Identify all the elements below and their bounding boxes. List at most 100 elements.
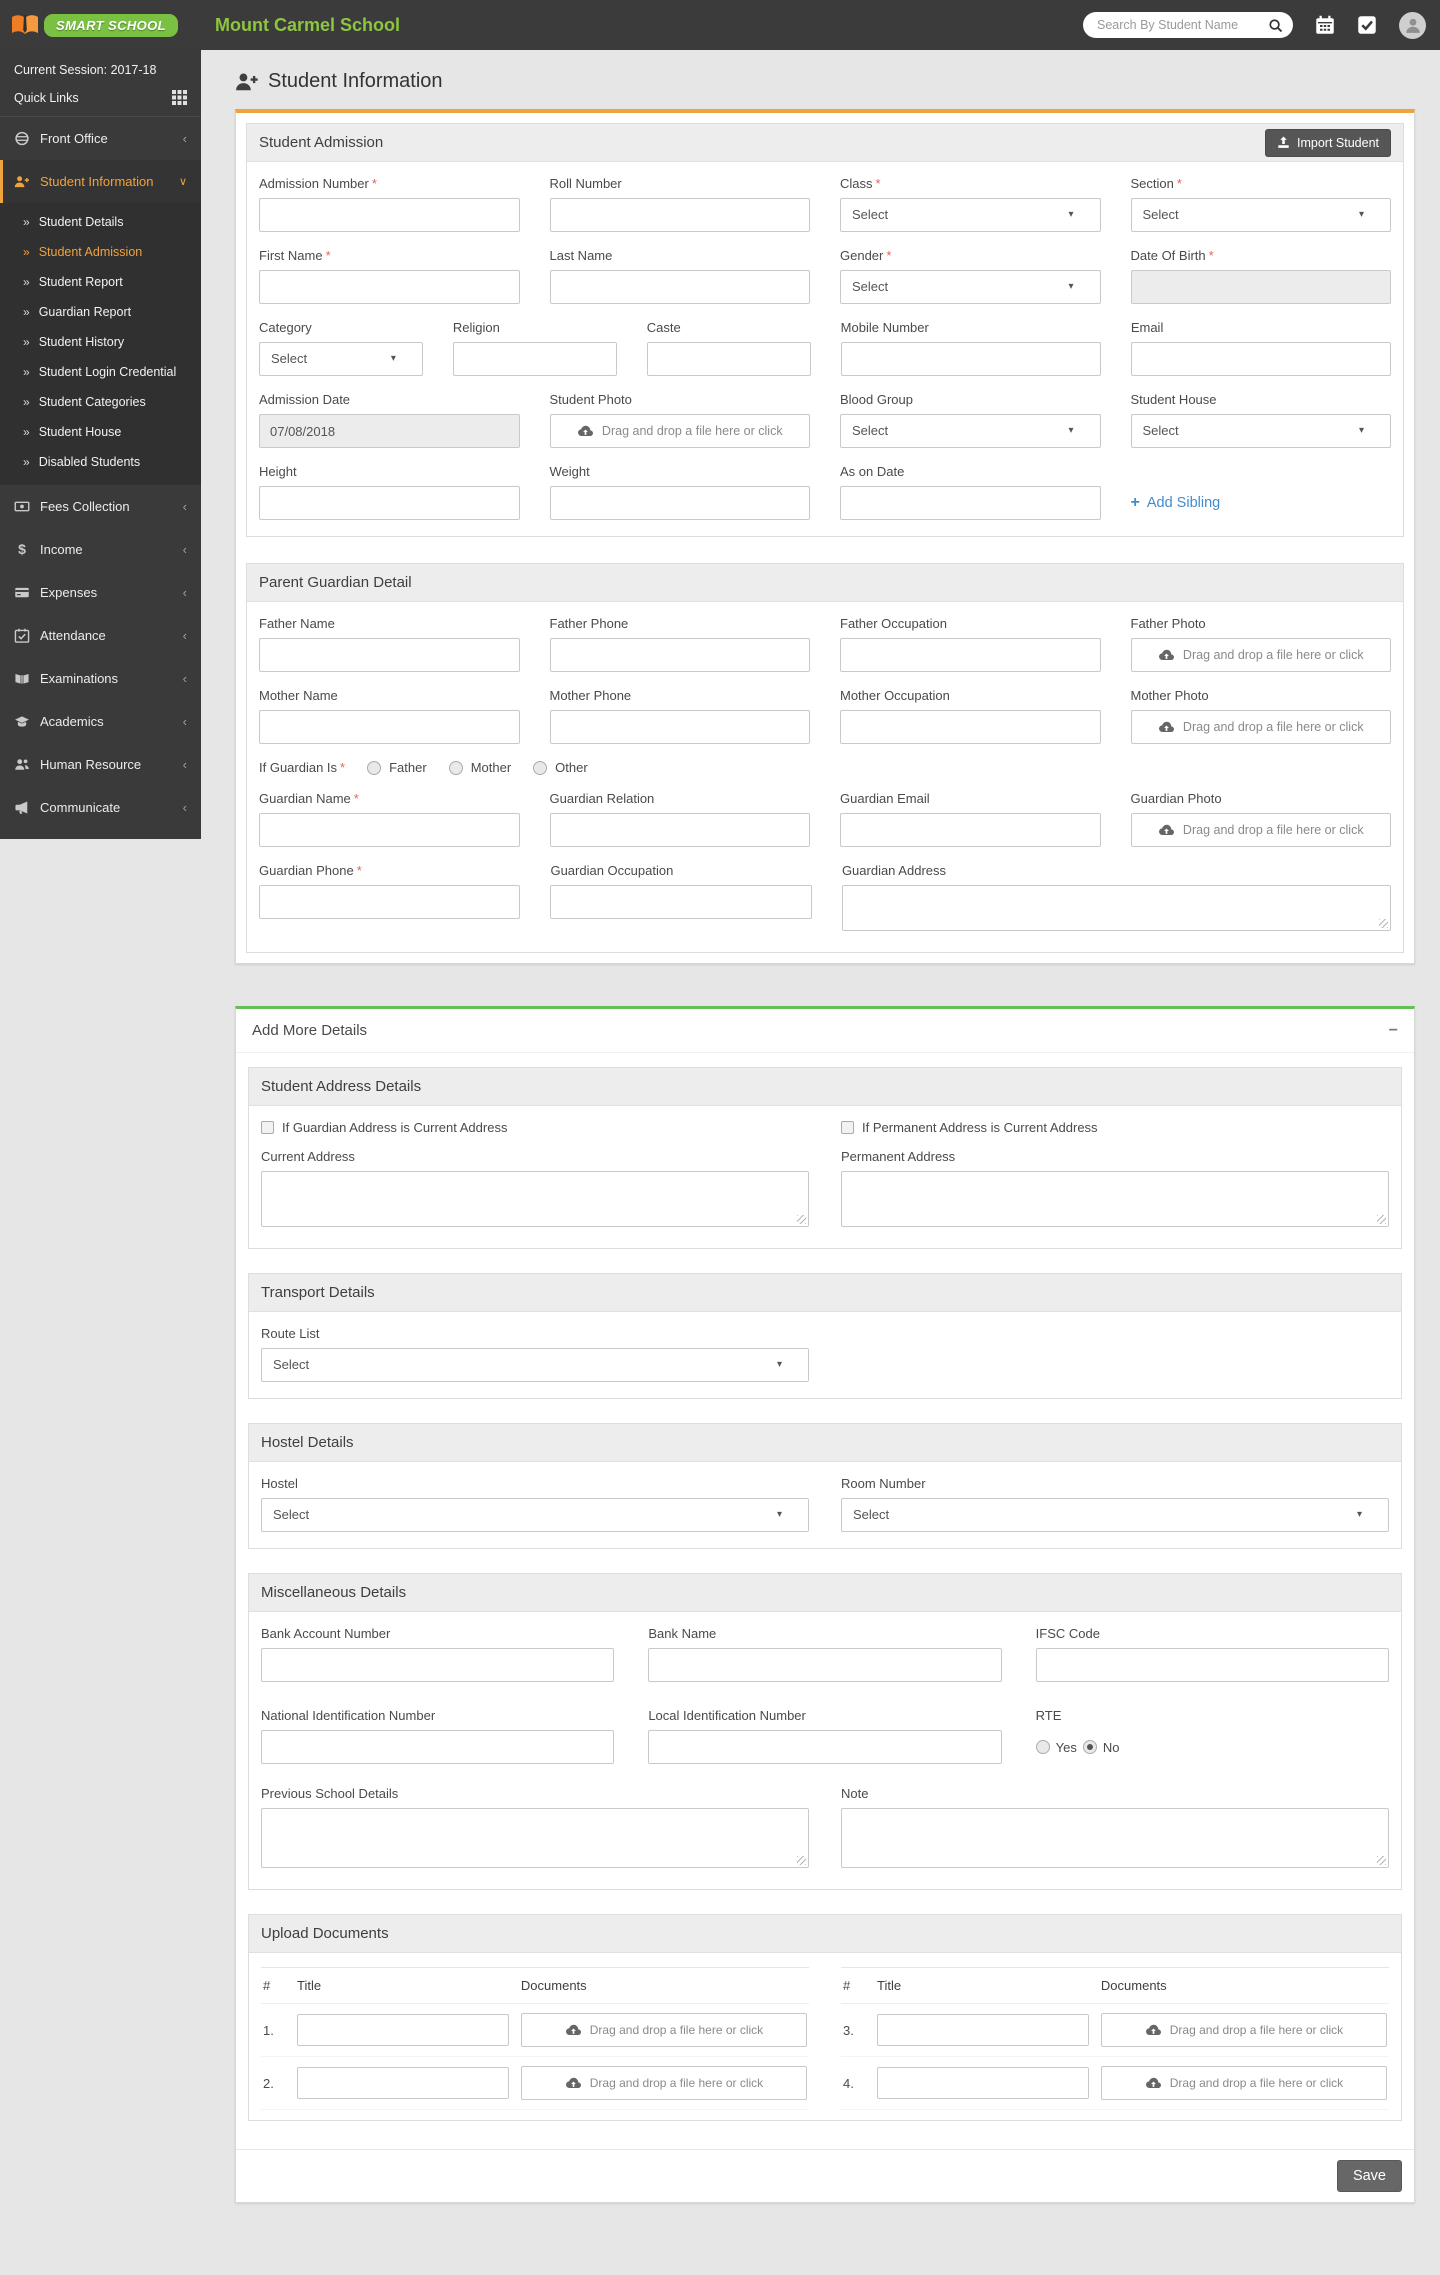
document-dropzone-2[interactable]: Drag and drop a file here or click [520, 2066, 807, 2100]
user-avatar[interactable] [1399, 11, 1426, 39]
document-dropzone-1[interactable]: Drag and drop a file here or click [520, 2013, 807, 2047]
task-check-icon[interactable] [1357, 15, 1377, 35]
collapse-icon[interactable]: − [1389, 1022, 1398, 1038]
admission-number-input[interactable] [259, 198, 520, 232]
guardian-email-input[interactable] [840, 813, 1101, 847]
height-input[interactable] [259, 486, 520, 520]
national-id-input[interactable] [261, 1730, 615, 1764]
category-select[interactable]: Select ▾ [259, 342, 423, 376]
sidebar-subitem-student-login-credential[interactable]: » Student Login Credential [0, 357, 201, 387]
dob-input[interactable] [1130, 270, 1391, 304]
rte-yes-radio[interactable] [1035, 1740, 1050, 1754]
room-number-select[interactable]: Select ▾ [841, 1498, 1389, 1532]
gender-select[interactable]: Select ▾ [840, 270, 1101, 304]
import-student-button[interactable]: Import Student [1265, 128, 1391, 157]
ifsc-code-input[interactable] [1035, 1648, 1389, 1682]
mother-photo-dropzone[interactable]: Drag and drop a file here or click [1130, 710, 1391, 744]
guardian-other-radio[interactable] [533, 760, 548, 775]
search-input[interactable] [1097, 18, 1268, 32]
search-icon[interactable] [1268, 18, 1283, 33]
mobile-number-input[interactable] [840, 342, 1101, 376]
guardian-phone-input[interactable] [259, 885, 521, 919]
section-select[interactable]: Select ▾ [1130, 198, 1391, 232]
guardian-address-textarea[interactable] [841, 885, 1392, 931]
sidebar-subitem-student-details[interactable]: » Student Details [0, 207, 201, 237]
document-title-input-4[interactable] [877, 2067, 1089, 2099]
sidebar-item-human-resource[interactable]: Human Resource ‹ [0, 743, 201, 786]
save-button[interactable]: Save [1336, 2160, 1402, 2192]
bank-name-input[interactable] [648, 1648, 1002, 1682]
document-title-input-1[interactable] [297, 2014, 509, 2046]
father-photo-dropzone[interactable]: Drag and drop a file here or click [1130, 638, 1391, 672]
local-id-input[interactable] [648, 1730, 1002, 1764]
guardian-mother-radio[interactable] [448, 760, 463, 775]
sidebar-item-income[interactable]: $ Income ‹ [0, 528, 201, 571]
email-input[interactable] [1130, 342, 1391, 376]
add-sibling-link[interactable]: + Add Sibling [1131, 486, 1221, 520]
guardian-relation-input[interactable] [549, 813, 810, 847]
father-name-input[interactable] [259, 638, 520, 672]
sidebar-item-fees-collection[interactable]: Fees Collection ‹ [0, 485, 201, 528]
note-textarea[interactable] [841, 1808, 1389, 1868]
calendar-icon[interactable] [1315, 15, 1335, 35]
mother-occupation-input[interactable] [840, 710, 1101, 744]
religion-input[interactable] [452, 342, 617, 376]
permanent-address-checkbox[interactable] [841, 1121, 854, 1134]
student-house-select[interactable]: Select ▾ [1130, 414, 1391, 448]
caste-input[interactable] [646, 342, 811, 376]
front-office-icon [15, 131, 29, 146]
sidebar-subitem-student-history[interactable]: » Student History [0, 327, 201, 357]
sidebar-item-communicate[interactable]: Communicate ‹ [0, 786, 201, 829]
grid-icon[interactable] [172, 90, 187, 105]
guardian-name-input[interactable] [259, 813, 520, 847]
father-occupation-input[interactable] [840, 638, 1101, 672]
sidebar-item-student-information[interactable]: Student Information ∨ [0, 160, 201, 203]
roll-number-input[interactable] [549, 198, 810, 232]
document-dropzone-4[interactable]: Drag and drop a file here or click [1100, 2066, 1387, 2100]
sidebar-item-academics[interactable]: Academics ‹ [0, 700, 201, 743]
student-photo-dropzone[interactable]: Drag and drop a file here or click [549, 414, 810, 448]
topbar: SMART SCHOOL Mount Carmel School [0, 0, 1440, 50]
document-title-input-3[interactable] [877, 2014, 1089, 2046]
sidebar-item-expenses[interactable]: Expenses ‹ [0, 571, 201, 614]
permanent-address-textarea[interactable] [841, 1171, 1389, 1227]
document-title-input-2[interactable] [297, 2067, 509, 2099]
sidebar-subitem-guardian-report[interactable]: » Guardian Report [0, 297, 201, 327]
hostel-details-section: Hostel Details Hostel Select ▾ Room Numbe… [248, 1423, 1402, 1549]
rte-no-radio[interactable] [1082, 1740, 1097, 1754]
room-number-label: Room Number [841, 1476, 926, 1491]
guardian-photo-dropzone[interactable]: Drag and drop a file here or click [1130, 813, 1391, 847]
sidebar-item-attendance[interactable]: Attendance ‹ [0, 614, 201, 657]
sidebar-subitem-student-categories[interactable]: » Student Categories [0, 387, 201, 417]
last-name-input[interactable] [549, 270, 810, 304]
admission-date-input[interactable] [259, 414, 520, 448]
admission-date-label: Admission Date [259, 392, 351, 407]
mother-name-input[interactable] [259, 710, 520, 744]
page-header: Student Information [235, 70, 1415, 93]
previous-school-textarea[interactable] [261, 1808, 809, 1868]
class-select[interactable]: Select ▾ [840, 198, 1101, 232]
sidebar-subitem-student-house[interactable]: » Student House [0, 417, 201, 447]
blood-group-select[interactable]: Select ▾ [840, 414, 1101, 448]
sidebar-subitem-student-report[interactable]: » Student Report [0, 267, 201, 297]
hostel-select[interactable]: Select ▾ [261, 1498, 809, 1532]
bank-account-input[interactable] [261, 1648, 615, 1682]
guardian-occupation-input[interactable] [550, 885, 812, 919]
sidebar-item-front-office[interactable]: Front Office ‹ [0, 117, 201, 160]
guardian-address-checkbox[interactable] [261, 1121, 274, 1134]
document-dropzone-3[interactable]: Drag and drop a file here or click [1100, 2013, 1387, 2047]
sidebar-item-examinations[interactable]: Examinations ‹ [0, 657, 201, 700]
as-on-date-input[interactable] [840, 486, 1101, 520]
if-guardian-is-label: If Guardian Is * [259, 760, 346, 775]
mother-phone-input[interactable] [549, 710, 810, 744]
guardian-father-radio[interactable] [367, 760, 382, 775]
brand-logo[interactable]: SMART SCHOOL [0, 12, 201, 38]
first-name-input[interactable] [259, 270, 520, 304]
weight-input[interactable] [549, 486, 810, 520]
quick-links[interactable]: Quick Links [0, 81, 201, 117]
father-phone-input[interactable] [549, 638, 810, 672]
current-address-textarea[interactable] [261, 1171, 809, 1227]
route-list-select[interactable]: Select ▾ [261, 1348, 809, 1382]
sidebar-subitem-disabled-students[interactable]: » Disabled Students [0, 447, 201, 477]
sidebar-subitem-student-admission[interactable]: » Student Admission [0, 237, 201, 267]
